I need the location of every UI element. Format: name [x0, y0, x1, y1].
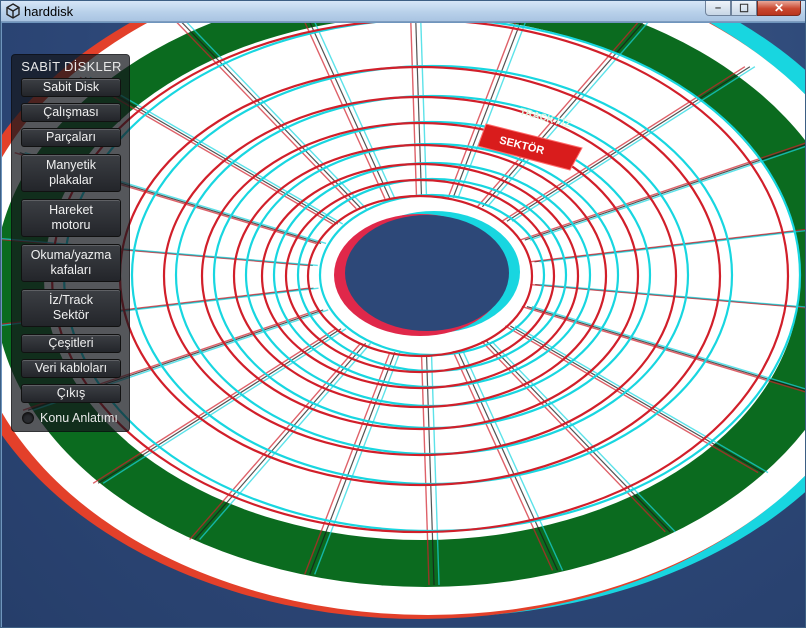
parcalari-button[interactable]: Parçaları — [21, 128, 121, 147]
hareket-motoru-button[interactable]: Hareket motoru — [21, 199, 121, 237]
manyetik-plakalar-button[interactable]: Manyetik plakalar — [21, 154, 121, 192]
toggle-checkbox[interactable] — [22, 412, 34, 424]
minimize-button[interactable]: – — [705, 1, 731, 16]
menu-title: SABİT DİSKLER — [21, 59, 122, 74]
okuma-yazma-kafalari-button[interactable]: Okuma/yazma kafaları — [21, 244, 121, 282]
calismasi-button[interactable]: Çalışması — [21, 103, 121, 122]
cikis-button[interactable]: Çıkış — [21, 384, 121, 403]
sabit-disk-button[interactable]: Sabit Disk — [21, 78, 121, 97]
close-icon: ✕ — [773, 1, 785, 15]
veri-kablolari-button[interactable]: Veri kabloları — [21, 359, 121, 378]
topics-menu-panel: SABİT DİSKLER Sabit Disk Çalışması Parça… — [11, 54, 130, 432]
konu-anlatimi-toggle[interactable]: Konu Anlatımı — [22, 409, 127, 427]
minimize-icon: – — [714, 2, 722, 14]
maximize-icon: ☐ — [739, 2, 749, 15]
window-title: harddisk — [24, 4, 74, 19]
3d-viewport[interactable]: SEKTÖR TRACK / İZ SABİT DİSKLER Sabit Di… — [2, 23, 805, 627]
app-window: harddisk – ☐ ✕ SEKTÖR TRACK / İZ SABİT D… — [0, 0, 806, 628]
title-bar[interactable]: harddisk – ☐ ✕ — [1, 1, 805, 22]
close-button[interactable]: ✕ — [757, 1, 801, 16]
unity-app-icon — [6, 3, 20, 19]
cesitleri-button[interactable]: Çeşitleri — [21, 334, 121, 353]
spindle-hole — [345, 215, 509, 331]
iz-track-sektor-button[interactable]: İz/Track Sektör — [21, 289, 121, 327]
maximize-button[interactable]: ☐ — [731, 1, 757, 16]
window-controls: – ☐ ✕ — [705, 1, 801, 16]
toggle-label: Konu Anlatımı — [40, 411, 118, 425]
